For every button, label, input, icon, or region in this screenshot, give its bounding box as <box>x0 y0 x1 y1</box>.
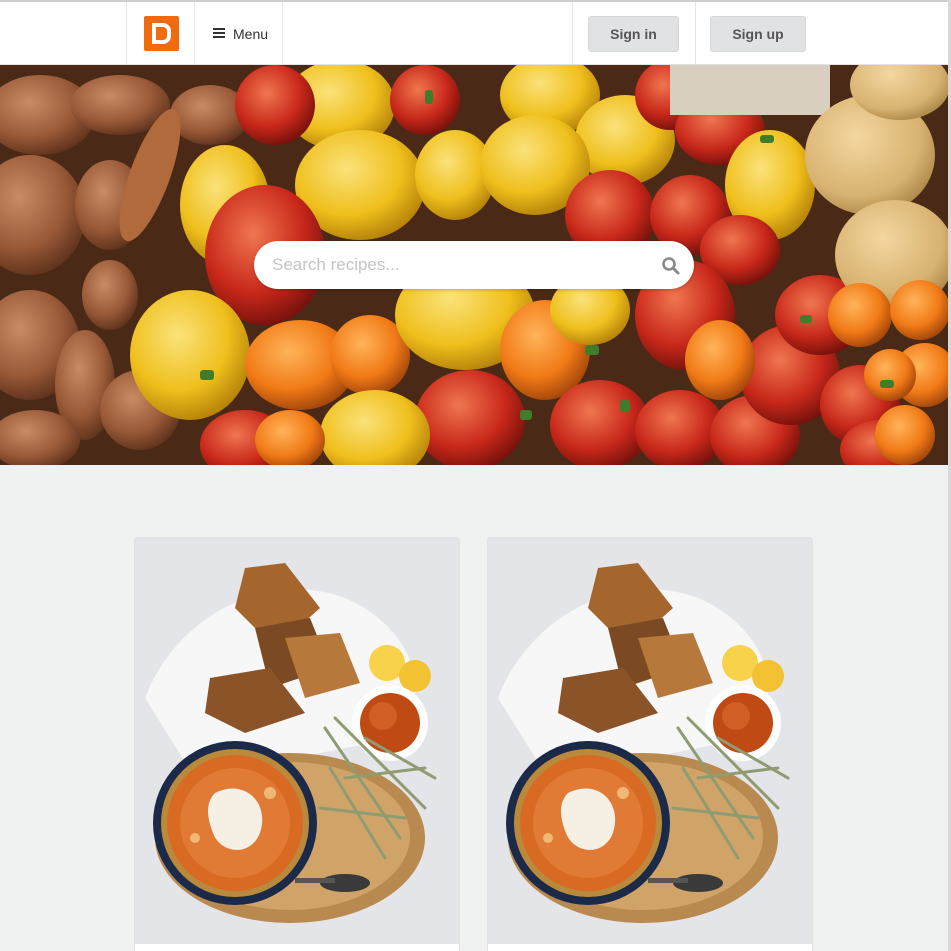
signup-container: Sign up <box>695 2 948 64</box>
search-icon[interactable] <box>661 256 681 276</box>
soup-bowl-photo <box>488 538 812 944</box>
menu-label: Menu <box>233 26 269 42</box>
brand-logo <box>144 16 179 51</box>
recipe-card[interactable] <box>487 537 813 951</box>
menu-button[interactable]: Menu <box>194 2 283 64</box>
logo-letter-d-icon <box>152 23 171 44</box>
logo-link[interactable] <box>126 2 194 64</box>
hero-banner <box>0 65 948 465</box>
soup-bowl-photo <box>135 538 459 944</box>
sign-in-button[interactable]: Sign in <box>588 16 679 52</box>
recipe-card[interactable] <box>134 537 460 951</box>
recipe-image <box>488 538 812 944</box>
search-input[interactable] <box>272 241 652 289</box>
hamburger-icon <box>213 28 225 38</box>
signin-container: Sign in <box>572 2 695 64</box>
top-navbar: Menu Sign in Sign up <box>0 0 948 65</box>
recipe-image <box>135 538 459 944</box>
search-bar <box>254 241 694 289</box>
sign-up-button[interactable]: Sign up <box>710 16 806 52</box>
